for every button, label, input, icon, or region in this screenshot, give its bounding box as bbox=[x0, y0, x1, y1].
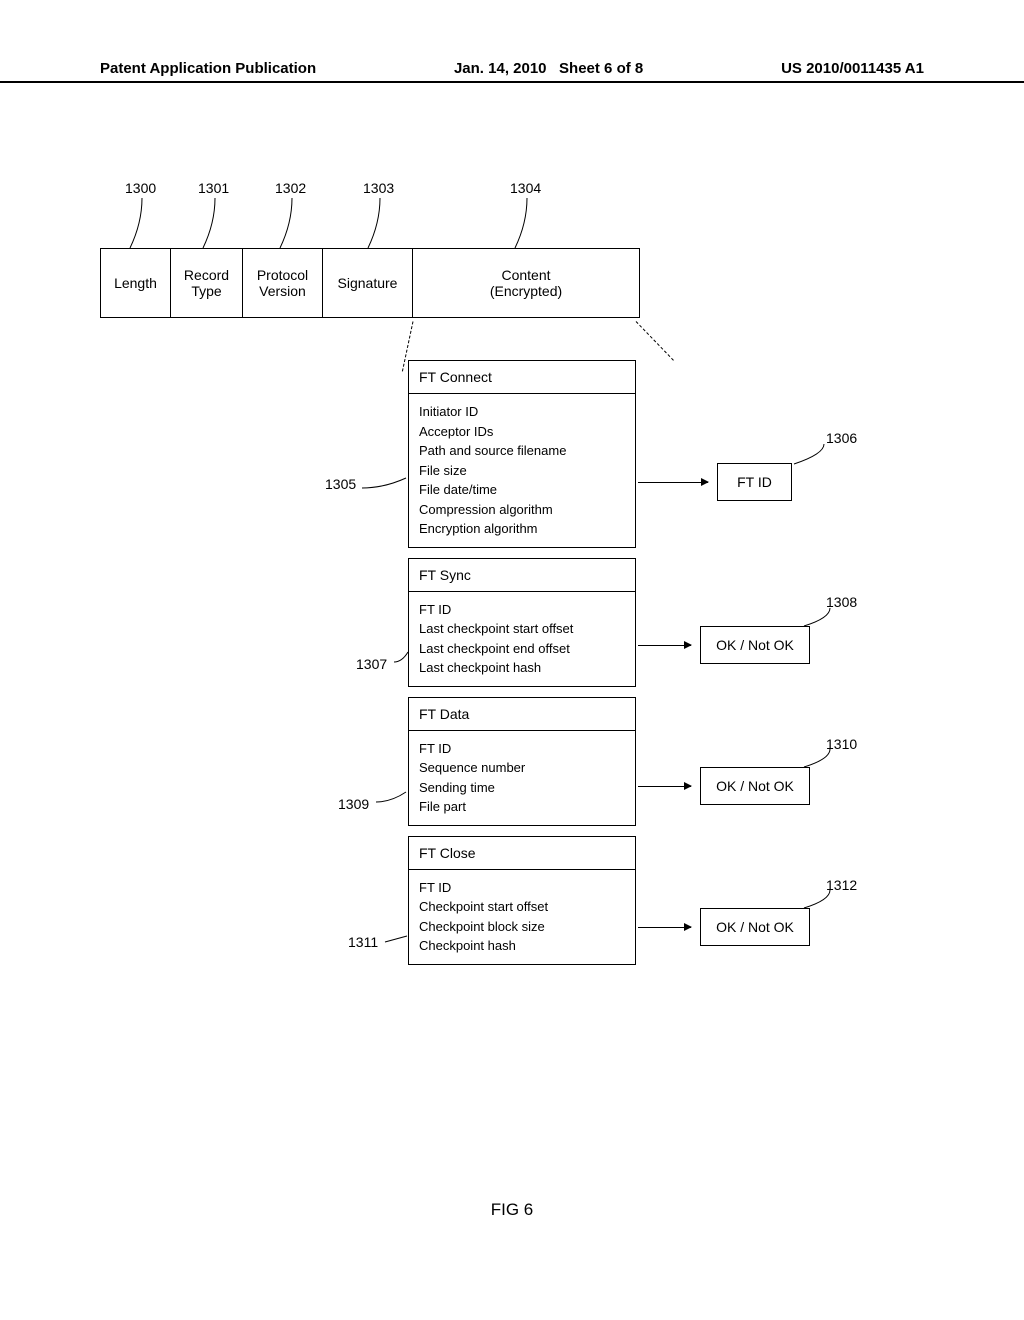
expand-dash-right bbox=[636, 321, 674, 361]
ref-1311: 1311 bbox=[348, 934, 378, 950]
leader-1311 bbox=[385, 934, 413, 950]
block-ft-close: FT Close FT ID Checkpoint start offset C… bbox=[408, 836, 636, 965]
block-title: FT Connect bbox=[409, 361, 635, 394]
cell-protocol: Protocol Version bbox=[243, 249, 323, 317]
leader-1302 bbox=[278, 198, 308, 232]
cell-content: Content (Encrypted) bbox=[413, 249, 639, 317]
content-blocks: FT Connect Initiator ID Acceptor IDs Pat… bbox=[408, 360, 636, 975]
figure-diagram: 1300 1301 1302 1303 1304 Length Record T… bbox=[100, 180, 920, 1100]
ref-1302: 1302 bbox=[275, 180, 306, 196]
leader-1301 bbox=[201, 198, 231, 232]
block-ft-sync: FT Sync FT ID Last checkpoint start offs… bbox=[408, 558, 636, 687]
ref-1300: 1300 bbox=[125, 180, 156, 196]
ref-1301: 1301 bbox=[198, 180, 229, 196]
figure-caption: FIG 6 bbox=[0, 1200, 1024, 1220]
arrow-3 bbox=[638, 786, 691, 787]
leader-1300 bbox=[128, 198, 158, 232]
arrow-4 bbox=[638, 927, 691, 928]
ref-1307: 1307 bbox=[356, 656, 387, 672]
resp-ok-3: OK / Not OK bbox=[700, 908, 810, 946]
ref-1309: 1309 bbox=[338, 796, 369, 812]
page-header: Patent Application Publication Jan. 14, … bbox=[0, 60, 1024, 83]
ref-1306: 1306 bbox=[826, 430, 857, 446]
block-ft-connect: FT Connect Initiator ID Acceptor IDs Pat… bbox=[408, 360, 636, 548]
block-title: FT Data bbox=[409, 698, 635, 731]
resp-ft-id: FT ID bbox=[717, 463, 792, 501]
resp-ok-1: OK / Not OK bbox=[700, 626, 810, 664]
block-body: FT ID Checkpoint start offset Checkpoint… bbox=[409, 870, 635, 964]
resp-ok-2: OK / Not OK bbox=[700, 767, 810, 805]
header-publication: Patent Application Publication bbox=[100, 60, 316, 77]
cell-signature: Signature bbox=[323, 249, 413, 317]
arrow-1 bbox=[638, 482, 708, 483]
ref-1303: 1303 bbox=[363, 180, 394, 196]
leader-1304 bbox=[513, 198, 543, 232]
header-pubnum: US 2010/0011435 A1 bbox=[781, 60, 924, 77]
record-structure: Length Record Type Protocol Version Sign… bbox=[100, 248, 640, 318]
ref-1305: 1305 bbox=[325, 476, 356, 492]
leader-1308 bbox=[800, 608, 846, 632]
block-body: FT ID Last checkpoint start offset Last … bbox=[409, 592, 635, 686]
cell-record-type: Record Type bbox=[171, 249, 243, 317]
ref-1304: 1304 bbox=[510, 180, 541, 196]
block-title: FT Sync bbox=[409, 559, 635, 592]
block-ft-data: FT Data FT ID Sequence number Sending ti… bbox=[408, 697, 636, 826]
block-body: FT ID Sequence number Sending time File … bbox=[409, 731, 635, 825]
leader-1310 bbox=[800, 749, 846, 773]
header-date: Jan. 14, 2010 Sheet 6 of 8 bbox=[454, 60, 643, 77]
block-title: FT Close bbox=[409, 837, 635, 870]
leader-1312 bbox=[800, 890, 846, 914]
leader-1307 bbox=[394, 648, 414, 668]
arrow-2 bbox=[638, 645, 691, 646]
cell-length: Length bbox=[101, 249, 171, 317]
leader-1303 bbox=[366, 198, 396, 232]
leader-1306 bbox=[784, 444, 830, 468]
block-body: Initiator ID Acceptor IDs Path and sourc… bbox=[409, 394, 635, 547]
leader-1305 bbox=[362, 476, 412, 506]
leader-1309 bbox=[376, 788, 412, 808]
